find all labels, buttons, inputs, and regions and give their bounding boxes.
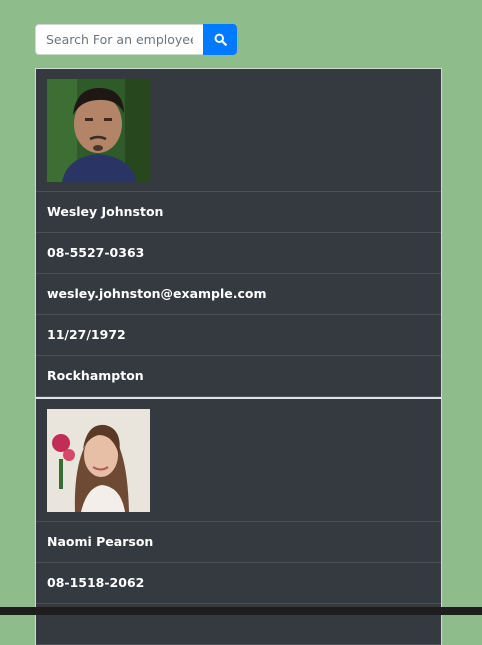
employee-name: Wesley Johnston bbox=[36, 192, 441, 233]
employee-dob: 11/27/1972 bbox=[36, 315, 441, 356]
employee-photo bbox=[47, 79, 150, 182]
photo-row bbox=[36, 399, 441, 522]
employee-phone: 08-5527-0363 bbox=[36, 233, 441, 274]
search-input[interactable] bbox=[35, 24, 203, 55]
employee-email: wesley.johnston@example.com bbox=[36, 274, 441, 315]
search-button[interactable] bbox=[203, 24, 237, 55]
employee-list: Wesley Johnston 08-5527-0363 wesley.john… bbox=[35, 68, 442, 645]
employee-city: Rockhampton bbox=[36, 356, 441, 397]
employee-phone: 08-1518-2062 bbox=[36, 563, 441, 604]
employee-card: Wesley Johnston 08-5527-0363 wesley.john… bbox=[35, 68, 442, 397]
taskbar-strip bbox=[0, 607, 482, 615]
employee-photo bbox=[47, 409, 150, 512]
employee-name: Naomi Pearson bbox=[36, 522, 441, 563]
photo-row bbox=[36, 69, 441, 192]
search-icon bbox=[214, 33, 227, 46]
search-bar bbox=[35, 24, 237, 55]
